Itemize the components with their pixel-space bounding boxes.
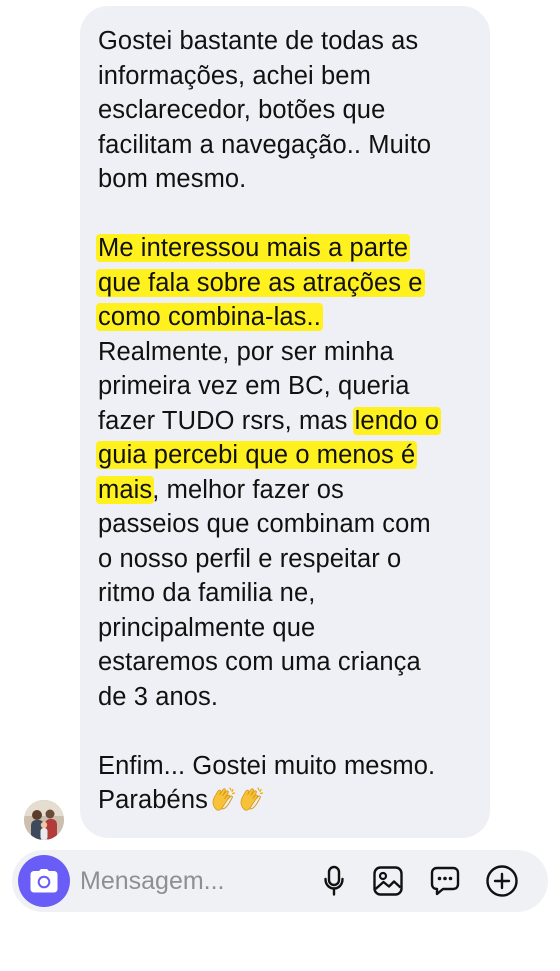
message-line: fazer TUDO rsrs, mas lendo o [98, 404, 490, 439]
camera-button[interactable] [18, 855, 70, 907]
plus-icon [486, 865, 518, 897]
message-line: esclarecedor, botões que [98, 96, 386, 124]
sticker-button[interactable] [427, 863, 463, 899]
message-line: estaremos com uma criança [98, 648, 421, 676]
message-line: bom mesmo. [98, 165, 247, 193]
highlighted-text: guia percebi que o menos é [96, 441, 418, 469]
highlighted-text: mais [96, 475, 155, 504]
microphone-icon [324, 865, 344, 896]
message-line: de 3 anos. [98, 682, 219, 711]
sticker-icon [430, 866, 460, 896]
message-line: principalmente que [98, 613, 316, 642]
gallery-button[interactable] [370, 863, 406, 899]
plain-text: fazer TUDO rsrs, mas [98, 406, 355, 435]
clapping-hands-icon [212, 787, 236, 811]
message-line: mais, melhor fazer os [96, 473, 490, 508]
message-line: Gostei bastante de todas as [98, 27, 419, 55]
message-line: facilitam a navegação.. Muito [98, 130, 432, 159]
highlighted-text: como combina-las.. [96, 303, 323, 331]
highlighted-text: que fala sobre as atrações e [96, 268, 425, 297]
message-line: Me interessou mais a parte [96, 231, 490, 266]
message-bubble[interactable]: Gostei bastante de todas as informações,… [80, 6, 490, 838]
message-text: Gostei bastante de todas as informações,… [96, 24, 490, 818]
clapping-hands-icon [240, 787, 264, 811]
message-line: o nosso perfil e respeitar o [98, 544, 402, 573]
avatar-photo [24, 800, 64, 840]
message-input[interactable] [80, 860, 300, 902]
message-line: primeira vez em BC, queria [98, 372, 410, 400]
plain-text: , melhor fazer os [152, 475, 344, 504]
message-composer [12, 850, 548, 912]
message-line: Parabéns [98, 783, 490, 818]
message-line: Enfim... Gostei muito mesmo. [98, 751, 436, 780]
camera-icon [30, 869, 58, 893]
plain-text: Parabéns [98, 786, 208, 814]
highlighted-text: lendo o [352, 406, 442, 435]
message-line: guia percebi que o menos é [96, 438, 490, 473]
message-line: ritmo da familia ne, [98, 579, 316, 607]
gallery-icon [373, 866, 403, 896]
microphone-button[interactable] [316, 863, 352, 899]
avatar[interactable] [24, 800, 64, 840]
add-button[interactable] [484, 863, 520, 899]
message-line: que fala sobre as atrações e [96, 266, 490, 301]
message-line: informações, achei bem [98, 61, 371, 90]
highlighted-text: Me interessou mais a parte [96, 234, 411, 262]
message-line: Realmente, por ser minha [98, 337, 394, 366]
message-line: como combina-las.. [96, 300, 490, 335]
message-line: passeios que combinam com [98, 510, 431, 538]
